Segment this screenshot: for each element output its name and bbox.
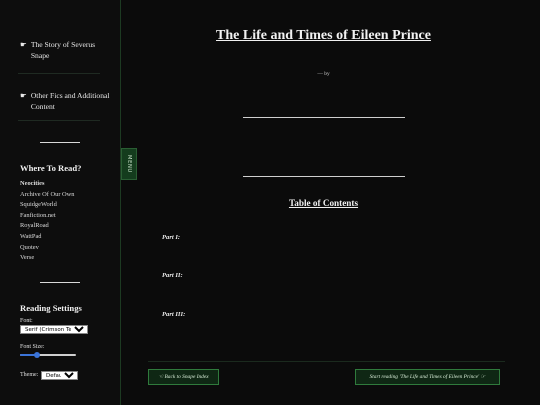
sidebar-link-other-fics-label: Other Fics and Additional Content — [30, 91, 110, 111]
sidebar-link-other-fics[interactable]: ☛ Other Fics and Additional Content — [20, 91, 110, 112]
byline: — by — [317, 71, 330, 77]
part-label: Part I: — [162, 234, 181, 241]
divider — [243, 176, 405, 177]
pointing-hand-icon: ☛ — [20, 40, 27, 49]
main-content: The Life and Times of Eileen Prince — by… — [121, 0, 540, 405]
site-link[interactable]: Neocities — [20, 179, 74, 190]
font-label: Font: — [20, 318, 33, 324]
site-link[interactable]: RoyalRoad — [20, 221, 74, 232]
font-size-label: Font Size: — [20, 344, 45, 350]
part-label: Part II: — [162, 272, 183, 279]
theme-select[interactable]: Default — [41, 371, 78, 380]
site-link[interactable]: WattPad — [20, 232, 74, 243]
divider — [40, 142, 80, 143]
site-link[interactable]: Archive Of Our Own — [20, 190, 74, 201]
divider — [18, 120, 100, 121]
sidebar-link-story-label: The Story of Severus Snape — [30, 40, 96, 60]
where-to-read-list: Neocities Archive Of Our Own SquidgeWorl… — [20, 179, 74, 264]
sidebar: ☛ The Story of Severus Snape ☛ Other Fic… — [0, 0, 121, 405]
site-link[interactable]: Fanfiction.net — [20, 211, 74, 222]
theme-label: Theme: — [20, 372, 39, 378]
site-link[interactable]: SquidgeWorld — [20, 200, 74, 211]
font-select[interactable]: Serif (Crimson Text) — [20, 325, 88, 334]
start-reading-button[interactable]: Start reading 'The Life and Times of Eil… — [355, 369, 500, 385]
reading-settings-heading: Reading Settings — [20, 303, 82, 313]
part-label: Part III: — [162, 311, 186, 318]
sidebar-link-story[interactable]: ☛ The Story of Severus Snape — [20, 40, 110, 61]
page-title: The Life and Times of Eileen Prince — [216, 28, 431, 43]
back-to-index-button[interactable]: ☜ Back to Snape Index — [148, 369, 219, 385]
where-to-read-heading: Where To Read? — [20, 163, 82, 173]
font-size-slider[interactable] — [20, 352, 76, 358]
table-of-contents-heading: Table of Contents — [288, 198, 359, 208]
divider — [18, 73, 100, 74]
site-link[interactable]: Quotev — [20, 243, 74, 254]
divider — [40, 282, 80, 283]
divider — [243, 117, 405, 118]
slider-thumb[interactable] — [33, 352, 40, 358]
site-link[interactable]: Verse — [20, 253, 74, 264]
divider — [148, 361, 505, 362]
pointing-hand-icon: ☛ — [20, 91, 27, 100]
